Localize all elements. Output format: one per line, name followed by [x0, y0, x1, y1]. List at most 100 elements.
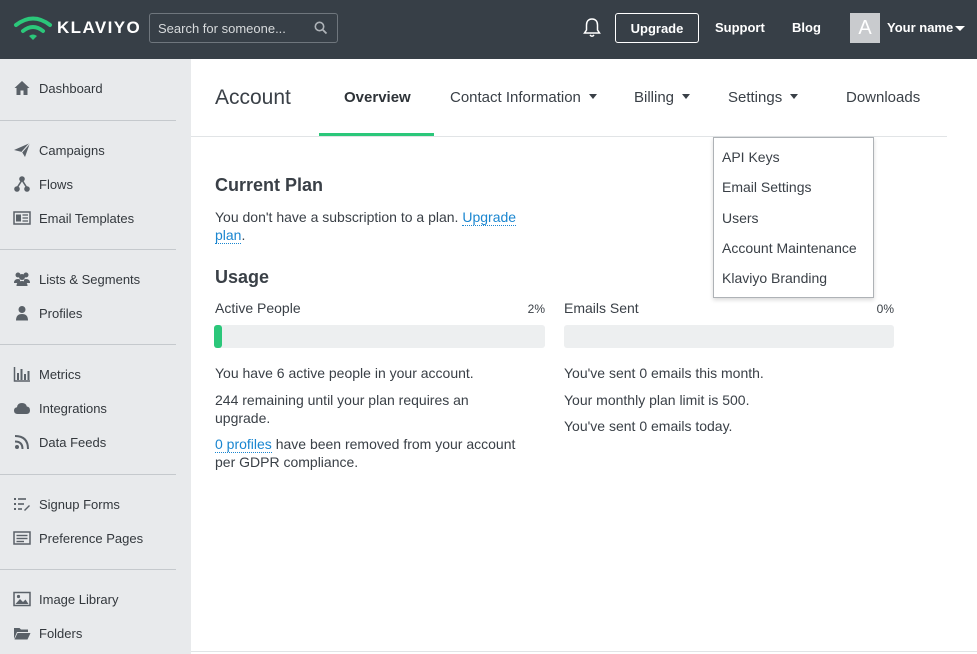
image-icon — [13, 591, 31, 607]
sidebar-item-campaigns[interactable]: Campaigns — [0, 136, 191, 164]
menu-item-klaviyo-branding[interactable]: Klaviyo Branding — [722, 270, 827, 286]
sidebar-item-label: Image Library — [39, 592, 119, 607]
sidebar-item-profiles[interactable]: Profiles — [0, 299, 191, 327]
list-edit-icon — [14, 498, 30, 511]
current-plan-message: You don't have a subscription to a plan. — [215, 209, 459, 225]
sidebar-item-label: Profiles — [39, 306, 83, 321]
sidebar-item-lists-segments[interactable]: Lists & Segments — [0, 265, 191, 293]
user-name-menu[interactable]: Your name — [887, 20, 953, 35]
sidebar-item-integrations[interactable]: Integrations — [0, 394, 191, 422]
sidebar-item-label: Integrations — [39, 401, 107, 416]
upgrade-button[interactable]: Upgrade — [615, 13, 699, 43]
menu-item-account-maintenance[interactable]: Account Maintenance — [722, 240, 857, 256]
sidebar: Dashboard Campaigns Flows Email Template… — [0, 59, 191, 654]
notifications-bell-icon[interactable] — [582, 17, 602, 39]
profiles-link[interactable]: 0 profiles — [215, 436, 272, 453]
search-input[interactable] — [150, 14, 310, 42]
paper-plane-icon — [14, 142, 31, 157]
caret-down-icon — [588, 93, 597, 99]
tab-label: Contact Information — [450, 89, 581, 106]
sidebar-item-folders[interactable]: Folders — [0, 619, 191, 647]
remaining-text: 244 remaining until your plan requires a… — [215, 391, 555, 427]
rss-icon — [14, 435, 29, 450]
users-icon — [14, 272, 30, 286]
klaviyo-wifi-icon — [14, 16, 52, 40]
brand-name: KLAVIYO — [57, 18, 142, 37]
support-link[interactable]: Support — [715, 20, 765, 35]
sidebar-item-image-library[interactable]: Image Library — [0, 585, 191, 613]
current-plan-heading: Current Plan — [215, 175, 324, 195]
sidebar-item-label: Lists & Segments — [39, 272, 141, 287]
sidebar-item-preference-pages[interactable]: Preference Pages — [0, 524, 191, 552]
upgrade-plan-link-text: Upgrade — [462, 209, 517, 225]
tab-billing[interactable]: Billing — [634, 89, 691, 106]
tab-overview[interactable]: Overview — [344, 89, 411, 106]
tab-label: Overview — [344, 89, 411, 106]
sidebar-item-data-feeds[interactable]: Data Feeds — [0, 428, 191, 456]
sidebar-item-label: Folders — [39, 626, 83, 641]
settings-dropdown-menu: API Keys Email Settings Users Account Ma… — [713, 137, 874, 298]
tab-label: Settings — [728, 89, 783, 106]
tab-contact-information[interactable]: Contact Information — [450, 89, 597, 106]
sidebar-item-email-templates[interactable]: Email Templates — [0, 204, 191, 232]
emails-limit-text: Your monthly plan limit is 500. — [564, 392, 750, 408]
emails-sent-progress-bar — [564, 325, 894, 348]
sidebar-item-label: Email Templates — [39, 211, 135, 226]
bar-chart-icon — [13, 367, 30, 382]
folder-icon — [14, 628, 31, 640]
emails-sent-label: Emails Sent — [564, 300, 639, 316]
search-icon[interactable] — [314, 21, 328, 35]
sidebar-item-label: Signup Forms — [39, 497, 120, 512]
sidebar-divider — [0, 344, 176, 345]
active-people-percent: 2% — [527, 302, 545, 316]
remaining-text-line1: 244 remaining until your plan requires a… — [215, 392, 469, 408]
chevron-down-icon[interactable] — [955, 26, 965, 31]
emails-month-text: You've sent 0 emails this month. — [564, 365, 764, 381]
active-people-label: Active People — [215, 300, 301, 316]
sidebar-divider — [0, 249, 176, 250]
active-people-progress-fill — [214, 325, 222, 348]
tab-downloads[interactable]: Downloads — [846, 89, 920, 106]
flows-icon — [14, 176, 30, 192]
top-navigation-bar: KLAVIYO Upgrade Support Blog A Your name — [0, 0, 977, 59]
home-icon — [14, 81, 30, 95]
klaviyo-logo[interactable]: KLAVIYO — [13, 14, 141, 42]
sidebar-item-label: Flows — [39, 177, 73, 192]
menu-item-users[interactable]: Users — [722, 210, 759, 226]
search-box — [149, 13, 338, 43]
content-bottom-border — [191, 651, 977, 652]
cloud-icon — [14, 403, 30, 414]
sidebar-item-label: Dashboard — [39, 81, 103, 96]
sidebar-divider — [0, 120, 176, 121]
email-template-icon — [13, 211, 31, 225]
page-title: Account — [215, 86, 291, 109]
sidebar-item-metrics[interactable]: Metrics — [0, 360, 191, 388]
tab-label: Downloads — [846, 89, 921, 106]
upgrade-plan-link[interactable]: Upgrade — [462, 209, 517, 226]
sidebar-item-signup-forms[interactable]: Signup Forms — [0, 490, 191, 518]
sidebar-divider — [0, 569, 176, 570]
sidebar-item-label: Preference Pages — [39, 531, 144, 546]
menu-item-email-settings[interactable]: Email Settings — [722, 179, 811, 195]
sidebar-item-flows[interactable]: Flows — [0, 170, 191, 198]
sidebar-divider — [0, 474, 176, 475]
menu-item-api-keys[interactable]: API Keys — [722, 149, 780, 165]
avatar[interactable]: A — [850, 13, 880, 43]
active-people-progress-bar — [214, 325, 545, 348]
sidebar-item-label: Metrics — [39, 367, 81, 382]
gdpr-text-line2: per GDPR compliance. — [215, 454, 359, 470]
emails-today-text: You've sent 0 emails today. — [564, 418, 733, 434]
user-icon — [16, 306, 28, 321]
sidebar-item-label: Campaigns — [39, 143, 105, 158]
gdpr-text-line1: have been removed from your account — [275, 436, 516, 452]
active-tab-indicator — [319, 133, 434, 136]
upgrade-plan-link-continued[interactable]: plan — [215, 227, 242, 244]
usage-heading: Usage — [215, 267, 270, 287]
active-people-count-text: You have 6 active people in your account… — [215, 365, 474, 381]
caret-down-icon — [682, 93, 691, 99]
preference-page-icon — [13, 531, 31, 545]
sidebar-item-dashboard[interactable]: Dashboard — [0, 74, 191, 102]
blog-link[interactable]: Blog — [792, 20, 821, 35]
current-plan-text: You don't have a subscription to a plan.… — [215, 208, 555, 244]
tab-settings[interactable]: Settings — [728, 89, 799, 106]
